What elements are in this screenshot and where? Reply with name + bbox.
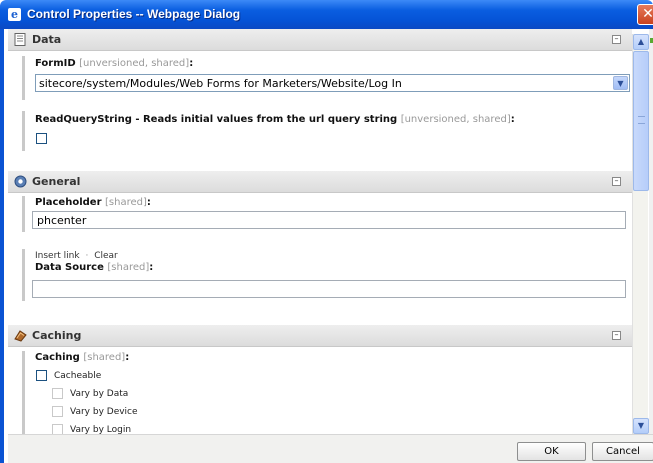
datasource-label: Data Source [shared]: <box>35 262 154 273</box>
close-button[interactable]: ✕ <box>637 4 653 25</box>
section-title-caching: Caching <box>32 329 82 342</box>
section-title-data: Data <box>32 33 62 46</box>
insert-link[interactable]: Insert link <box>35 251 80 261</box>
properties-panel: Data – FormID [unversioned, shared]: sit… <box>8 29 632 434</box>
vary-by-device-label: Vary by Device <box>70 407 138 417</box>
collapse-icon[interactable]: – <box>612 177 621 186</box>
collapse-icon[interactable]: – <box>612 35 621 44</box>
section-header-data[interactable]: Data – <box>8 29 632 51</box>
scroll-up-button[interactable]: ▲ <box>633 34 649 50</box>
scroll-down-button[interactable]: ▼ <box>633 418 649 434</box>
gear-icon <box>14 175 27 188</box>
grip-icon <box>638 116 645 124</box>
placeholder-value: phcenter <box>37 214 87 227</box>
data-icon <box>14 33 26 46</box>
collapse-icon[interactable]: – <box>612 331 621 340</box>
vary-by-data-label: Vary by Data <box>70 389 129 399</box>
chevron-down-icon[interactable]: ▼ <box>613 76 628 90</box>
window-title: Control Properties -- Webpage Dialog <box>27 7 241 21</box>
formid-label: FormID [unversioned, shared]: <box>35 58 194 69</box>
vary-by-data-checkbox[interactable] <box>52 388 63 399</box>
section-header-general[interactable]: General – <box>8 171 632 193</box>
ok-button[interactable]: OK <box>517 442 586 461</box>
vertical-scrollbar[interactable]: ▲ ▼ <box>632 34 649 434</box>
vary-by-device-checkbox[interactable] <box>52 406 63 417</box>
formid-value: sitecore/system/Modules/Web Forms for Ma… <box>39 77 402 90</box>
vary-by-login-checkbox[interactable] <box>52 424 63 434</box>
placeholder-label: Placeholder [shared]: <box>35 197 151 208</box>
dialog-footer: OK Cancel <box>8 434 653 463</box>
dialog-body: Data – FormID [unversioned, shared]: sit… <box>0 29 653 463</box>
formid-dropdown[interactable]: sitecore/system/Modules/Web Forms for Ma… <box>35 74 630 92</box>
separator: · <box>85 251 89 261</box>
readquerystring-checkbox[interactable] <box>36 133 47 144</box>
vary-by-login-label: Vary by Login <box>70 425 132 434</box>
datasource-actions: Insert link · Clear <box>35 251 153 261</box>
readquerystring-label: ReadQueryString - Reads initial values f… <box>35 114 515 125</box>
cacheable-checkbox[interactable] <box>36 370 47 381</box>
cacheable-label: Cacheable <box>54 371 102 381</box>
caching-icon <box>14 330 27 342</box>
title-bar[interactable]: e Control Properties -- Webpage Dialog ✕ <box>0 0 653 29</box>
datasource-input[interactable] <box>32 280 626 298</box>
scroll-thumb[interactable] <box>633 51 649 191</box>
field-readquerystring: ReadQueryString - Reads initial values f… <box>22 111 515 151</box>
cancel-button[interactable]: Cancel <box>592 442 653 461</box>
section-title-general: General <box>32 175 81 188</box>
caching-label: Caching [shared]: <box>35 352 130 363</box>
section-header-caching[interactable]: Caching – <box>8 325 632 347</box>
right-edge-strip <box>649 29 653 463</box>
ie-icon: e <box>8 8 21 21</box>
placeholder-input[interactable]: phcenter <box>32 211 626 229</box>
clear-link[interactable]: Clear <box>94 251 118 261</box>
